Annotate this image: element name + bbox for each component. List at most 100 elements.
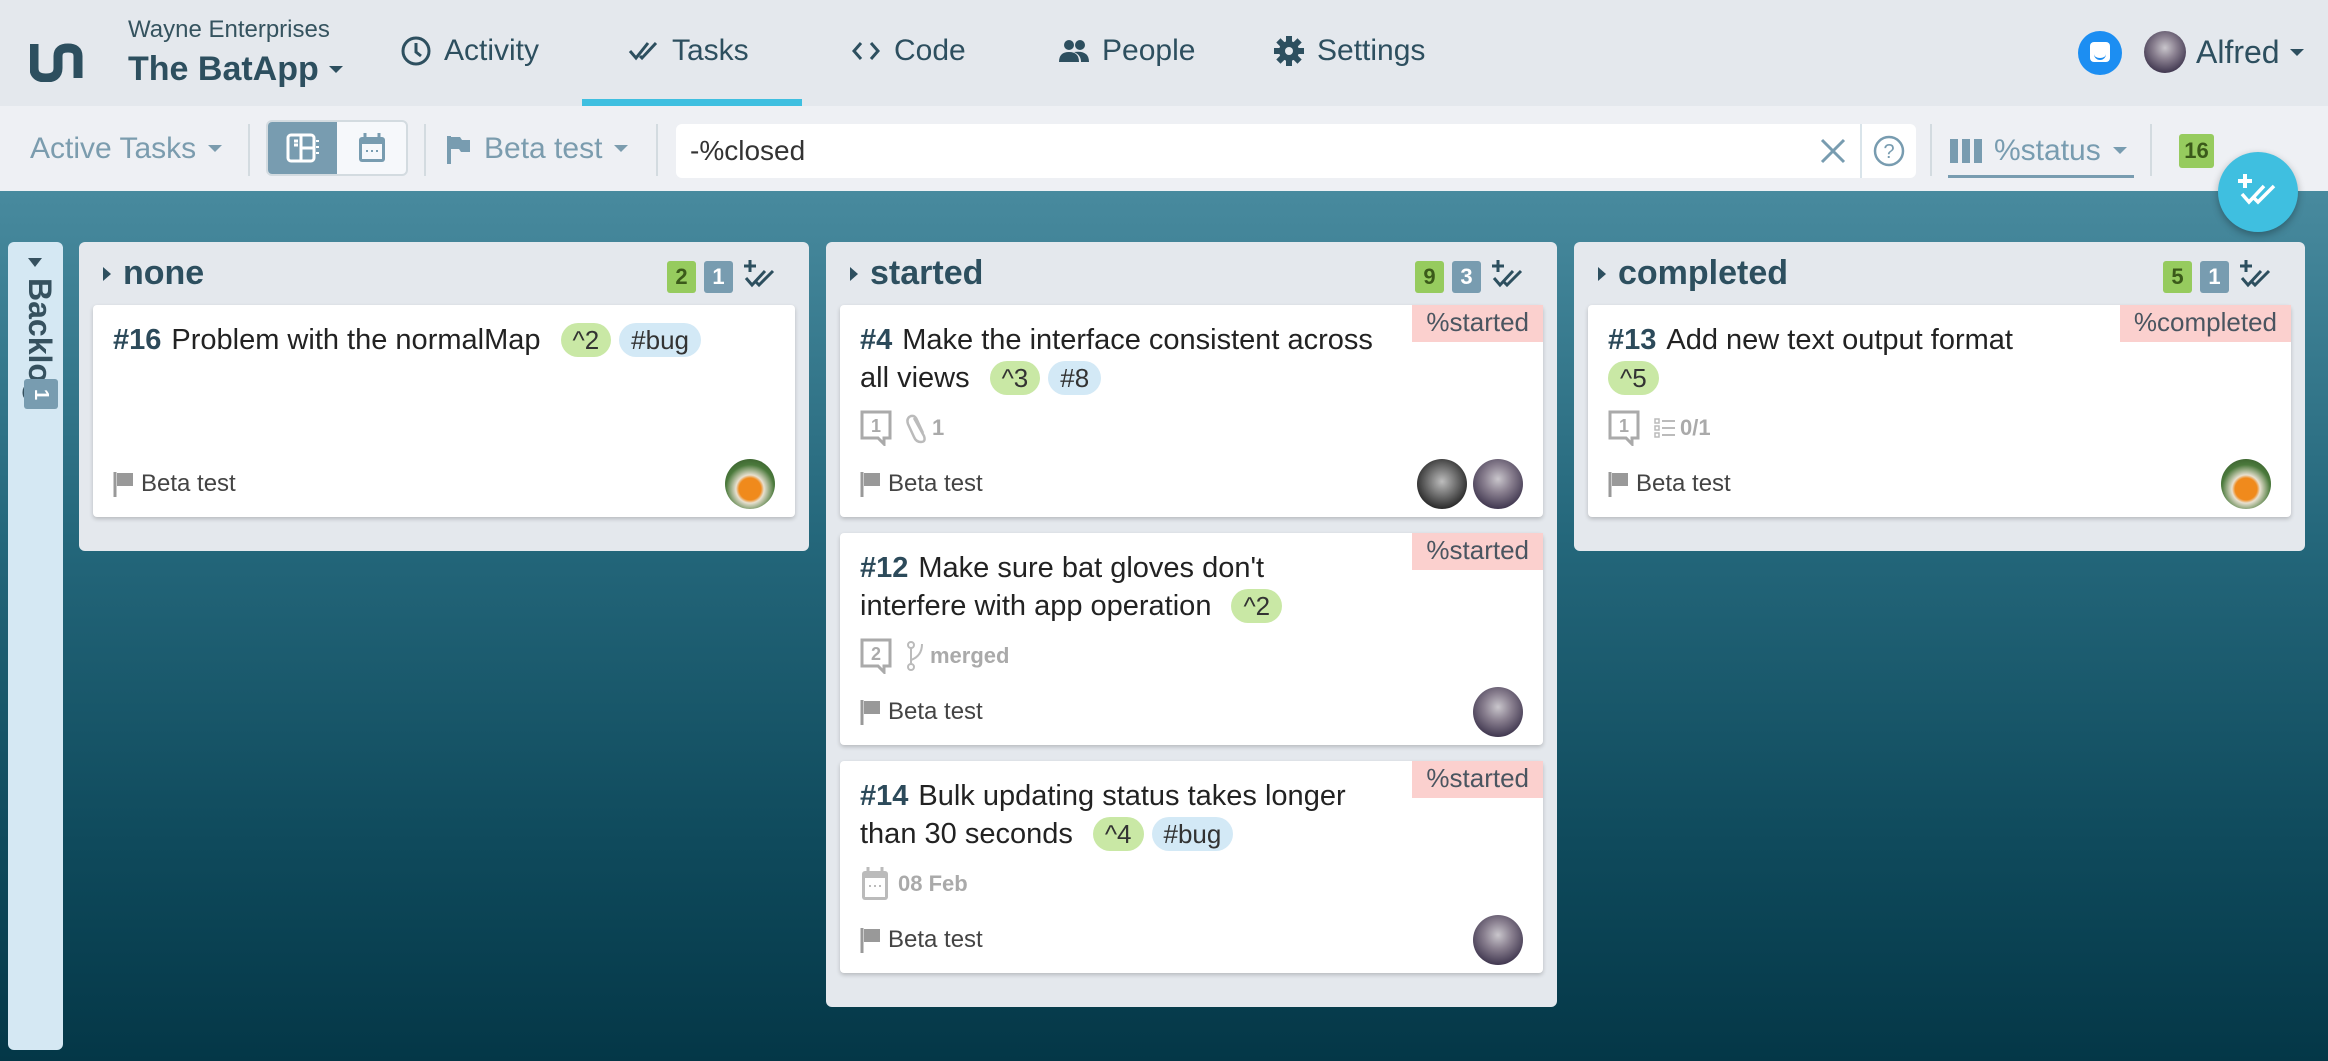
nav-tasks[interactable]: Tasks <box>628 28 749 74</box>
assignee-avatar[interactable] <box>2221 459 2271 509</box>
open-count-badge: 9 <box>1415 261 1444 293</box>
priority-tag[interactable]: ^5 <box>1608 361 1659 395</box>
nav-label: People <box>1102 34 1196 67</box>
task-card[interactable]: %started #12 Make sure bat gloves don't i… <box>840 533 1543 745</box>
task-card[interactable]: %started #4 Make the interface consistent… <box>840 305 1543 517</box>
view-switcher <box>266 120 408 176</box>
assignee-avatar[interactable] <box>1473 687 1523 737</box>
milestone-label: Beta test <box>484 131 603 165</box>
flag-icon <box>1608 472 1628 497</box>
collapse-icon[interactable] <box>103 266 111 281</box>
messenger-icon[interactable] <box>2078 31 2122 75</box>
column-title: started <box>870 254 984 292</box>
flag-icon <box>860 472 880 497</box>
task-id: #13 <box>1608 324 1657 356</box>
board-view-button[interactable] <box>268 122 337 174</box>
caret-down-icon <box>2289 48 2304 56</box>
task-title: Problem with the normalMap <box>171 324 541 356</box>
assignee-avatar[interactable] <box>1417 459 1467 509</box>
add-task-icon[interactable] <box>741 258 781 296</box>
code-icon <box>852 42 880 60</box>
task-board: Backlog 1 none 2 1 #16 Problem with the n… <box>0 191 2328 1061</box>
calendar-view-button[interactable] <box>337 122 406 174</box>
calendar-icon <box>862 867 888 900</box>
label-tag[interactable]: #bug <box>1151 817 1234 851</box>
flag-icon <box>860 928 880 953</box>
app-switcher[interactable]: The BatApp <box>128 50 343 89</box>
task-title: Add new text output format <box>1666 324 2013 356</box>
assignee-avatar[interactable] <box>1473 915 1523 965</box>
comment-icon: 1 <box>860 410 892 448</box>
divider <box>424 124 426 176</box>
label-tag[interactable]: #bug <box>619 323 702 357</box>
collapse-icon[interactable] <box>1598 266 1606 281</box>
divider <box>1930 124 1932 176</box>
task-id: #4 <box>860 324 893 356</box>
nav-label: Tasks <box>672 34 749 67</box>
task-card[interactable]: %started #14 Bulk updating status takes l… <box>840 761 1543 973</box>
svg-text:1: 1 <box>871 416 881 436</box>
caret-down-icon <box>614 145 629 152</box>
column-started: started 9 3 %started #4 Make the interfac… <box>826 242 1557 1007</box>
milestone[interactable]: Beta test <box>860 926 983 954</box>
milestone-filter-dropdown[interactable]: Beta test <box>446 106 629 191</box>
clear-search-button[interactable] <box>1806 124 1862 178</box>
svg-text:1: 1 <box>1619 416 1629 436</box>
nav-people[interactable]: People <box>1058 28 1195 74</box>
column-header: started 9 3 <box>840 242 1543 305</box>
milestone[interactable]: Beta test <box>860 470 983 498</box>
task-card[interactable]: #16 Problem with the normalMap ^2 #bug Beta… <box>93 305 795 517</box>
add-task-button[interactable] <box>2218 152 2298 232</box>
column-header: none 2 1 <box>93 242 795 305</box>
add-task-icon[interactable] <box>2237 258 2277 296</box>
caret-down-icon <box>328 66 343 73</box>
assignee-avatar[interactable] <box>725 459 775 509</box>
attachment-icon <box>906 414 926 444</box>
task-title: Make the interface consistent across all… <box>860 324 1373 394</box>
priority-tag[interactable]: ^2 <box>560 323 612 357</box>
people-icon <box>1059 40 1089 62</box>
divider <box>656 124 658 176</box>
double-check-icon <box>628 41 658 61</box>
milestone[interactable]: Beta test <box>1608 470 1731 498</box>
search-help-button[interactable]: ? <box>1862 124 1916 178</box>
group-by-dropdown[interactable]: %status <box>1948 126 2134 178</box>
nav-label: Code <box>894 34 966 67</box>
clock-icon <box>401 36 431 66</box>
board-icon <box>286 133 319 163</box>
view-filter-dropdown[interactable]: Active Tasks <box>30 106 223 191</box>
checklist-progress: 0/1 <box>1680 415 1711 440</box>
help-icon: ? <box>1873 135 1905 167</box>
close-icon <box>1820 138 1846 164</box>
total-task-count: 16 <box>2179 134 2214 168</box>
column-title: completed <box>1618 254 1789 292</box>
active-tab-indicator <box>582 99 802 106</box>
nav-settings[interactable]: Settings <box>1273 28 1425 74</box>
user-menu[interactable]: Alfred <box>2144 31 2304 73</box>
milestone[interactable]: Beta test <box>860 698 983 726</box>
flag-icon <box>447 135 470 164</box>
user-avatar <box>2144 31 2186 73</box>
divider <box>248 124 250 176</box>
search-input[interactable] <box>676 135 1806 167</box>
backlog-column-collapsed[interactable]: Backlog 1 <box>8 242 63 1050</box>
task-card[interactable]: %completed #13 Add new text output format… <box>1588 305 2291 517</box>
collapse-icon[interactable] <box>850 266 858 281</box>
app-name: The BatApp <box>128 50 319 88</box>
group-by-label: %status <box>1994 133 2101 167</box>
nav-activity[interactable]: Activity <box>400 28 539 74</box>
app-logo[interactable] <box>30 38 86 82</box>
assignee-avatar[interactable] <box>1473 459 1523 509</box>
priority-tag[interactable]: ^2 <box>1231 589 1283 623</box>
add-task-icon[interactable] <box>1489 258 1529 296</box>
milestone[interactable]: Beta test <box>113 470 236 498</box>
status-tag: %started <box>1412 305 1543 342</box>
priority-tag[interactable]: ^4 <box>1092 817 1144 851</box>
priority-tag[interactable]: ^3 <box>989 361 1041 395</box>
nav-label: Settings <box>1317 34 1426 67</box>
caret-down-icon <box>208 145 223 152</box>
task-id: #16 <box>113 324 162 356</box>
nav-code[interactable]: Code <box>850 28 966 74</box>
reference-tag[interactable]: #8 <box>1048 361 1102 395</box>
columns-icon <box>1950 138 1982 163</box>
